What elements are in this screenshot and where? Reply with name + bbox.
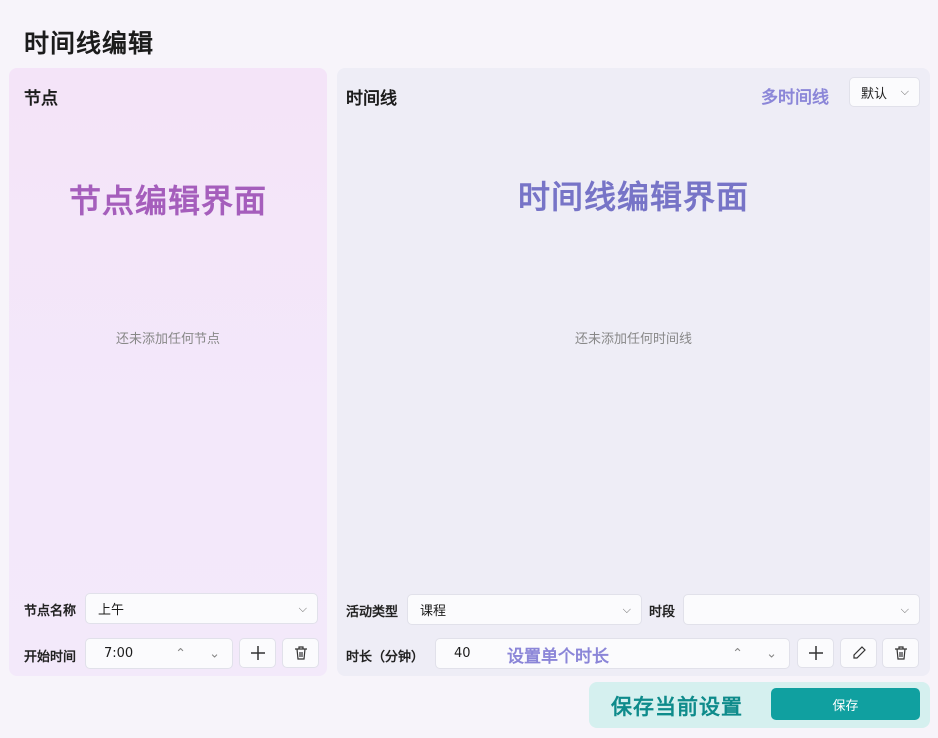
delete-node-button[interactable] bbox=[282, 638, 319, 668]
save-annotation: 保存当前设置 bbox=[611, 695, 743, 719]
activity-type-label: 活动类型 bbox=[346, 605, 399, 620]
node-name-dropdown[interactable]: 上午 ⌵ bbox=[85, 593, 318, 624]
plus-icon bbox=[808, 646, 823, 660]
plus-icon bbox=[250, 646, 265, 660]
activity-type-dropdown[interactable]: 课程 ⌵ bbox=[407, 594, 642, 625]
trash-icon bbox=[894, 646, 907, 660]
pencil-icon bbox=[852, 646, 866, 659]
timeline-select-value: 默认 bbox=[861, 86, 888, 102]
timeline-panel: 时间线 多时间线 默认 ⌵ 时间线编辑界面 还未添加任何时间线 活动类型 课程 … bbox=[337, 68, 930, 676]
add-timeline-button[interactable] bbox=[797, 638, 834, 668]
delete-timeline-button[interactable] bbox=[882, 638, 919, 668]
add-node-button[interactable] bbox=[239, 638, 276, 668]
save-bar: 保存当前设置 保存 bbox=[589, 682, 930, 728]
duration-label: 时长（分钟） bbox=[346, 650, 425, 665]
chevron-up-icon[interactable]: ⌃ bbox=[175, 646, 186, 661]
chevron-down-icon: ⌵ bbox=[900, 602, 909, 616]
chevron-down-icon[interactable]: ⌄ bbox=[766, 646, 777, 661]
trash-icon bbox=[294, 646, 307, 660]
page-title: 时间线编辑 bbox=[24, 29, 155, 58]
save-button[interactable]: 保存 bbox=[771, 688, 920, 720]
start-time-label: 开始时间 bbox=[24, 650, 77, 665]
duration-annotation: 设置单个时长 bbox=[507, 647, 609, 667]
chevron-down-icon: ⌵ bbox=[298, 601, 307, 615]
chevron-down-icon: ⌵ bbox=[900, 85, 909, 98]
timeline-annotation: 时间线编辑界面 bbox=[517, 178, 749, 216]
node-panel-title: 节点 bbox=[24, 89, 58, 109]
chevron-down-icon: ⌵ bbox=[622, 602, 631, 616]
activity-type-value: 课程 bbox=[420, 604, 447, 619]
start-time-input[interactable]: 7:00 ⌃ ⌄ bbox=[85, 638, 233, 669]
duration-value: 40 bbox=[454, 646, 471, 661]
node-name-label: 节点名称 bbox=[24, 604, 77, 619]
node-panel: 节点 节点编辑界面 还未添加任何节点 节点名称 上午 ⌵ 开始时间 7:00 ⌃… bbox=[9, 68, 327, 676]
duration-input[interactable]: 40 设置单个时长 ⌃ ⌄ bbox=[435, 638, 790, 669]
node-name-value: 上午 bbox=[98, 603, 125, 618]
timeline-empty-text: 还未添加任何时间线 bbox=[574, 332, 692, 347]
period-label: 时段 bbox=[649, 605, 676, 620]
timeline-select[interactable]: 默认 ⌵ bbox=[849, 77, 920, 107]
node-annotation: 节点编辑界面 bbox=[68, 182, 267, 220]
edit-timeline-button[interactable] bbox=[840, 638, 877, 668]
period-dropdown[interactable]: ⌵ bbox=[683, 594, 920, 625]
chevron-down-icon[interactable]: ⌄ bbox=[209, 646, 220, 661]
timeline-panel-title: 时间线 bbox=[346, 89, 397, 109]
start-time-value: 7:00 bbox=[104, 646, 134, 661]
multi-timeline-annotation: 多时间线 bbox=[761, 88, 829, 108]
node-empty-text: 还未添加任何节点 bbox=[115, 332, 220, 347]
chevron-up-icon[interactable]: ⌃ bbox=[732, 646, 743, 661]
